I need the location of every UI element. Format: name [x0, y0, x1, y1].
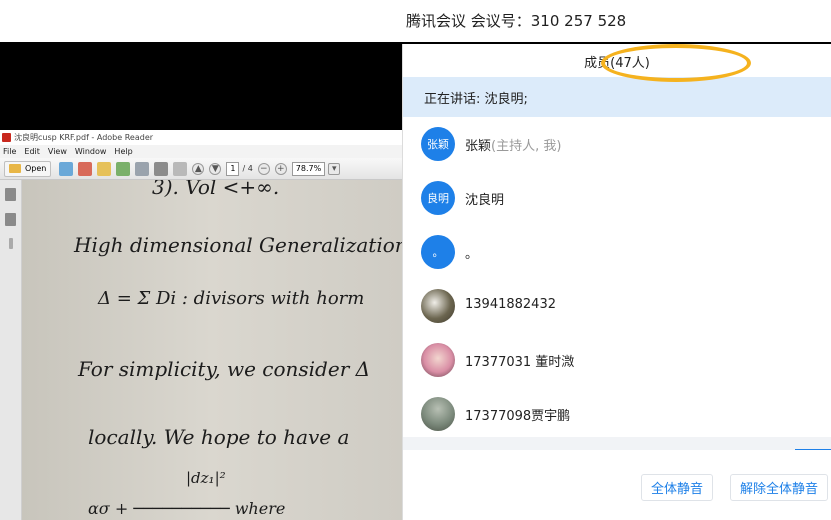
meeting-top-bar: 腾讯会议 会议号：310 257 528: [0, 0, 831, 42]
zoom-in-icon[interactable]: +: [274, 162, 287, 175]
upload-icon[interactable]: [116, 161, 131, 176]
adobe-reader-window: 沈良明cusp KRF.pdf - Adobe Reader File Edit…: [0, 130, 402, 520]
list-footer-divider: [403, 437, 831, 450]
note-line-5: locally. We hope to have a: [88, 425, 349, 449]
page-total-label: / 4: [242, 164, 253, 173]
avatar: 。: [421, 235, 455, 269]
note-line-6: |dz₁|²: [186, 469, 226, 487]
reader-toolbar: Open ▲ ▼ 1 / 4 − + 78.7% ▾: [0, 158, 402, 180]
member-name: 。: [465, 247, 479, 262]
zoom-field[interactable]: 78.7%: [291, 161, 326, 176]
pdf-page: 3). Vol <+∞. High dimensional Generaliza…: [22, 180, 402, 520]
page-up-icon[interactable]: ▲: [192, 162, 205, 175]
folder-icon: [9, 164, 21, 173]
page-number-field[interactable]: 1: [226, 161, 240, 176]
menu-file[interactable]: File: [3, 147, 16, 156]
member-name: 17377031 董时溦: [465, 355, 575, 370]
menu-edit[interactable]: Edit: [24, 147, 40, 156]
menu-help[interactable]: Help: [114, 147, 132, 156]
member-role: (主持人, 我): [491, 139, 562, 154]
note-line-2: High dimensional Generalization: (: [73, 233, 402, 257]
avatar: 良明: [421, 181, 455, 215]
print-icon[interactable]: [154, 161, 169, 176]
edit-icon[interactable]: [97, 161, 112, 176]
open-label: Open: [25, 164, 47, 173]
open-button[interactable]: Open: [4, 160, 52, 177]
member-item[interactable]: 17377031 董时溦: [403, 333, 831, 387]
menu-view[interactable]: View: [48, 147, 67, 156]
reader-window-title: 沈良明cusp KRF.pdf - Adobe Reader: [14, 133, 154, 142]
member-item[interactable]: 17377098贾宇鹏: [403, 387, 831, 441]
member-name-row: 张颖(主持人, 我): [465, 135, 561, 154]
member-panel: 成员(47人) 正在讲话: 沈良明; 张颖 张颖(主持人, 我) 良明 沈良明 …: [402, 44, 831, 520]
member-item[interactable]: 良明 沈良明: [403, 171, 831, 225]
attachment-icon[interactable]: [8, 238, 13, 249]
create-pdf-icon[interactable]: [59, 161, 74, 176]
pages-panel-icon[interactable]: [5, 188, 16, 201]
meeting-id-label: 腾讯会议 会议号：310 257 528: [406, 12, 627, 30]
member-item[interactable]: 。 。: [403, 225, 831, 279]
reader-body: 3). Vol <+∞. High dimensional Generaliza…: [0, 180, 402, 520]
menu-window[interactable]: Window: [75, 147, 107, 156]
avatar: 张颖: [421, 127, 455, 161]
unmute-all-button[interactable]: 解除全体静音: [730, 474, 828, 501]
member-name: 沈良明: [465, 193, 505, 208]
reader-titlebar: 沈良明cusp KRF.pdf - Adobe Reader: [0, 130, 402, 145]
note-line-7: ασ + ────────── where: [88, 499, 285, 518]
avatar: [421, 397, 455, 431]
member-panel-footer: 全体静音 解除全体静音: [403, 450, 831, 520]
save-icon[interactable]: [135, 161, 150, 176]
bookmark-icon[interactable]: [5, 213, 16, 226]
note-line-1: 3). Vol <+∞.: [152, 180, 279, 199]
member-item[interactable]: 13941882432: [403, 279, 831, 333]
email-icon[interactable]: [173, 161, 188, 176]
note-line-4: For simplicity, we consider Δ: [77, 357, 370, 381]
zoom-out-icon[interactable]: −: [257, 162, 270, 175]
mute-all-button[interactable]: 全体静音: [641, 474, 713, 501]
member-panel-header: 成员(47人): [403, 44, 831, 82]
zoom-dropdown-icon[interactable]: ▾: [328, 162, 341, 175]
avatar: [421, 289, 455, 323]
member-item[interactable]: 张颖 张颖(主持人, 我): [403, 117, 831, 171]
reader-side-rail: [0, 180, 22, 520]
page-down-icon[interactable]: ▼: [209, 162, 222, 175]
reader-menubar: File Edit View Window Help: [0, 145, 402, 158]
speaking-now-bar: 正在讲话: 沈良明;: [403, 77, 831, 117]
member-name: 张颖: [465, 139, 492, 154]
pdf-icon: [2, 133, 11, 142]
member-name: 17377098贾宇鹏: [465, 409, 571, 424]
handwritten-notes: 3). Vol <+∞. High dimensional Generaliza…: [73, 180, 402, 518]
note-line-3: Δ = Σ Di : divisors with horm: [97, 288, 364, 309]
avatar: [421, 343, 455, 377]
combine-icon[interactable]: [78, 161, 93, 176]
highlight-ring: [601, 44, 751, 82]
member-name: 13941882432: [465, 297, 556, 312]
